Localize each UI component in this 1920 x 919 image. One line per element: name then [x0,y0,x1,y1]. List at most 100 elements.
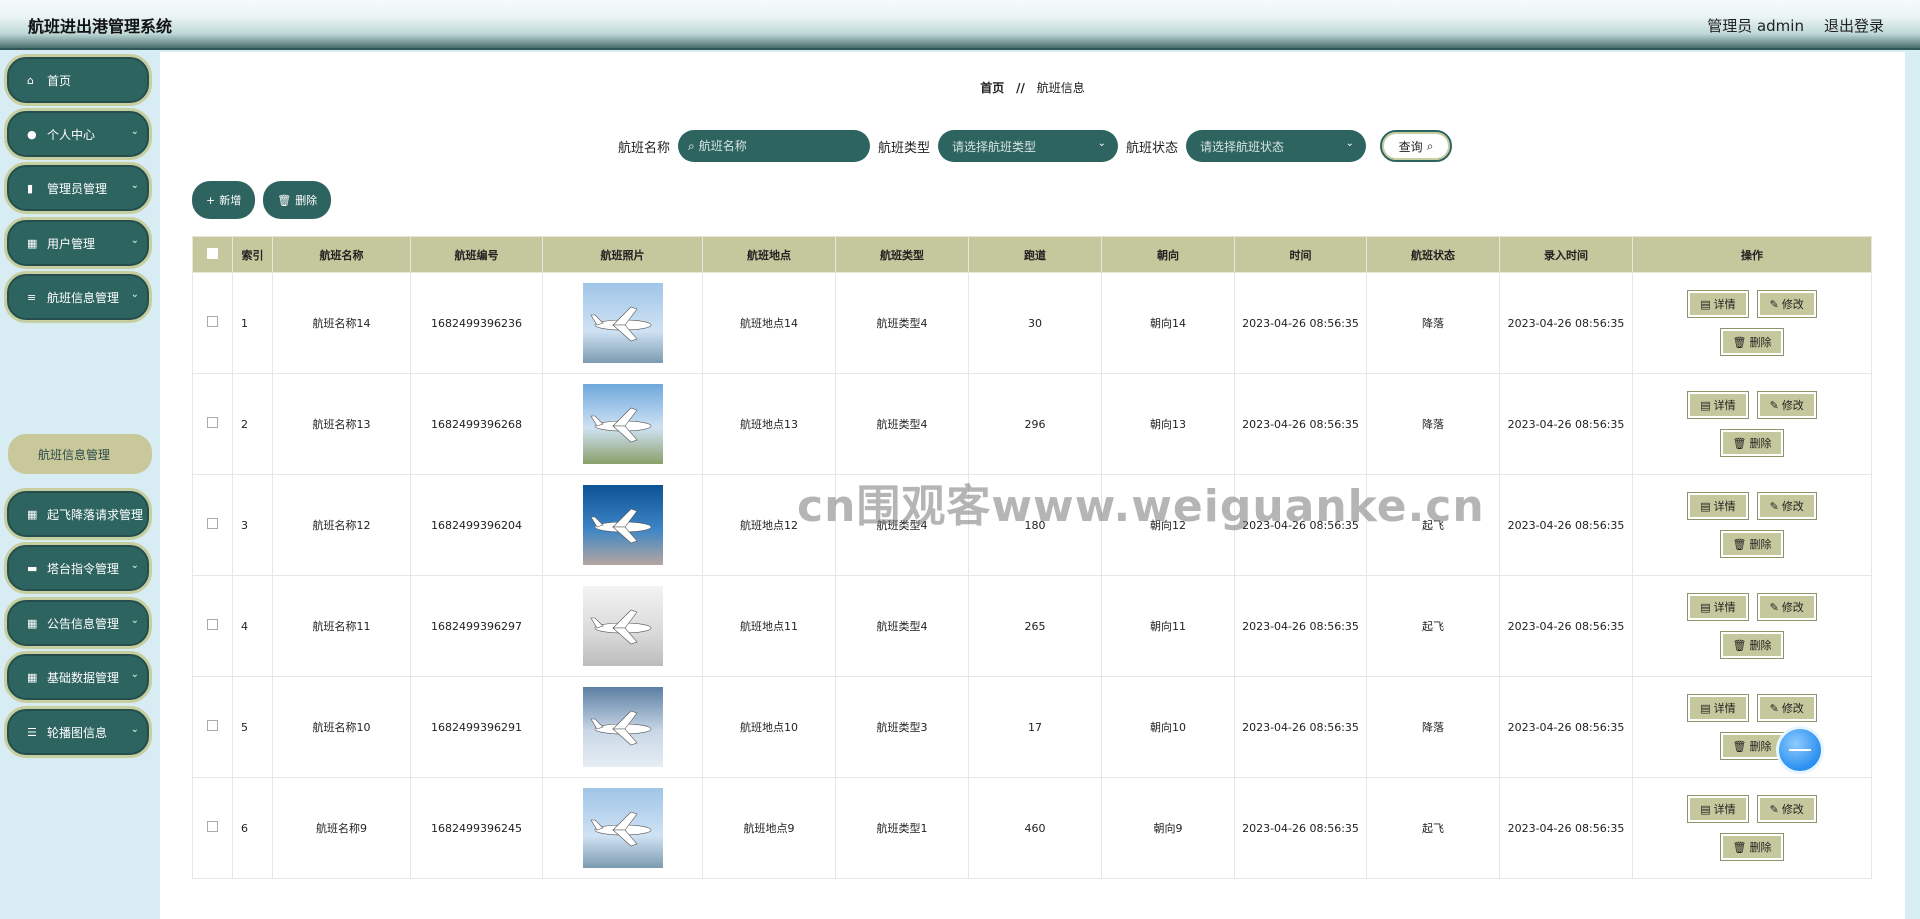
flight-photo[interactable] [582,485,663,565]
row-select-cell [192,474,233,576]
flight-name-input[interactable] [698,139,849,153]
header-created[interactable]: 录入时间 [1499,236,1633,273]
flight-status-select[interactable]: 请选择航班状态 ⌄ [1186,130,1367,162]
cell-heading: 朝向9 [1101,777,1235,879]
detail-button[interactable]: ▤ 详情 [1688,796,1748,822]
delete-button[interactable]: 🗑 删除 [1720,531,1784,557]
cell-name: 航班名称9 [272,777,411,879]
detail-button[interactable]: ▤ 详情 [1688,695,1748,721]
cell-runway: 30 [968,272,1102,374]
detail-button-label: 详情 [1713,601,1736,614]
logout-link[interactable]: 退出登录 [1824,15,1884,36]
sliders-icon: ☰ [27,725,37,739]
row-checkbox[interactable] [207,619,218,630]
edit-button[interactable]: ✎ 修改 [1757,493,1816,519]
edit-button[interactable]: ✎ 修改 [1757,796,1816,822]
row-actions: ▤ 详情 ✎ 修改 🗑 删除 [1677,291,1827,355]
admin-user-label[interactable]: 管理员 admin [1707,15,1804,36]
breadcrumb-home[interactable]: 首页 [980,81,1004,95]
sidebar-item-users[interactable]: ▦ 用户管理 ⌄ [4,217,152,269]
sidebar-item-announcements[interactable]: ▦ 公告信息管理 ⌄ [4,597,152,649]
flight-type-select[interactable]: 请选择航班类型 ⌄ [938,130,1119,162]
edit-button-label: 修改 [1781,298,1804,311]
flight-photo[interactable] [582,586,663,666]
flight-photo[interactable] [582,384,663,464]
list-icon: ≡ [27,290,37,304]
header-place[interactable]: 航班地点 [702,236,836,273]
submenu-item-flights[interactable]: 航班信息管理 [8,434,152,474]
delete-button[interactable]: 🗑 删除 [1720,834,1784,860]
sidebar-item-home[interactable]: ⌂ 首页 [4,54,152,106]
delete-button[interactable]: 🗑 删除 [1720,329,1784,355]
sidebar-item-base-data[interactable]: ▦ 基础数据管理 ⌄ [4,651,152,703]
sidebar-item-profile[interactable]: ● 个人中心 ⌄ [4,108,152,160]
edit-button-label: 修改 [1781,803,1804,816]
sidebar-item-flights[interactable]: ≡ 航班信息管理 ⌄ [4,271,152,323]
delete-button-label: 删除 [1749,841,1772,854]
header-status[interactable]: 航班状态 [1366,236,1500,273]
header-type[interactable]: 航班类型 [835,236,969,273]
detail-button[interactable]: ▤ 详情 [1688,291,1748,317]
table-row: 4 航班名称11 1682499396297 航班地点11 航班类型4 265 朝向11 20… [192,575,1872,677]
airplane-icon [589,710,651,746]
page-scrollbar[interactable] [1905,52,1920,919]
sidebar-item-admin[interactable]: ▮ 管理员管理 ⌄ [4,162,152,214]
row-checkbox[interactable] [207,316,218,327]
cell-type: 航班类型1 [835,777,969,879]
sidebar-item-carousel[interactable]: ☰ 轮播图信息 ⌄ [4,706,152,758]
flight-table: 索引 航班名称 航班编号 航班照片 航班地点 航班类型 跑道 朝向 时间 航班状… [192,236,1872,879]
cell-ops: ▤ 详情 ✎ 修改 🗑 删除 [1632,777,1872,879]
query-button-label: 查询 [1398,139,1423,154]
header-heading[interactable]: 朝向 [1101,236,1235,273]
flight-name-field[interactable]: ⌕ [678,130,871,162]
add-button[interactable]: + 新增 [192,181,256,219]
cell-heading: 朝向11 [1101,575,1235,677]
sidebar-item-tower-commands[interactable]: ▬ 塔台指令管理 ⌄ [4,542,152,594]
flight-photo[interactable] [582,687,663,767]
edit-button[interactable]: ✎ 修改 [1757,392,1816,418]
batch-delete-label: 删除 [295,194,318,207]
sidebar-item-takeoff-requests[interactable]: ▦ 起飞降落请求管理 ⌄ [4,488,152,540]
header-name[interactable]: 航班名称 [272,236,411,273]
batch-delete-button[interactable]: 🗑 删除 [263,181,332,219]
cell-name: 航班名称12 [272,474,411,576]
cell-code: 1682499396291 [410,676,543,778]
select-all-checkbox[interactable] [207,247,218,259]
header-index[interactable]: 索引 [232,236,273,273]
edit-button[interactable]: ✎ 修改 [1757,291,1816,317]
edit-button[interactable]: ✎ 修改 [1757,695,1816,721]
detail-button[interactable]: ▤ 详情 [1688,392,1748,418]
flight-type-label: 航班类型 [878,140,931,156]
edit-button[interactable]: ✎ 修改 [1757,594,1816,620]
header-time[interactable]: 时间 [1234,236,1367,273]
detail-button[interactable]: ▤ 详情 [1688,493,1748,519]
cell-code: 1682499396245 [410,777,543,879]
grid-icon: ▦ [27,670,38,684]
cell-created: 2023-04-26 08:56:35 [1499,777,1633,879]
cell-index: 2 [232,373,273,475]
document-icon: ▤ [1700,297,1711,311]
detail-button[interactable]: ▤ 详情 [1688,594,1748,620]
cell-time: 2023-04-26 08:56:35 [1234,777,1367,879]
cell-photo [542,272,703,374]
cell-ops: ▤ 详情 ✎ 修改 🗑 删除 [1632,474,1872,576]
flight-photo[interactable] [582,283,663,363]
row-checkbox[interactable] [207,518,218,529]
header-code[interactable]: 航班编号 [410,236,543,273]
cell-name: 航班名称10 [272,676,411,778]
row-checkbox[interactable] [207,821,218,832]
grid-icon: ▦ [27,507,38,521]
row-checkbox[interactable] [207,720,218,731]
query-button[interactable]: 查询 ⌕ [1380,130,1453,162]
row-select-cell [192,373,233,475]
header-runway[interactable]: 跑道 [968,236,1102,273]
delete-button[interactable]: 🗑 删除 [1720,430,1784,456]
cell-place: 航班地点13 [702,373,836,475]
pencil-icon: ✎ [1769,499,1779,513]
delete-button[interactable]: 🗑 删除 [1720,733,1784,759]
row-checkbox[interactable] [207,417,218,428]
flight-photo[interactable] [582,788,663,868]
header-photo[interactable]: 航班照片 [542,236,703,273]
floating-help-button[interactable] [1776,726,1824,774]
delete-button[interactable]: 🗑 删除 [1720,632,1784,658]
